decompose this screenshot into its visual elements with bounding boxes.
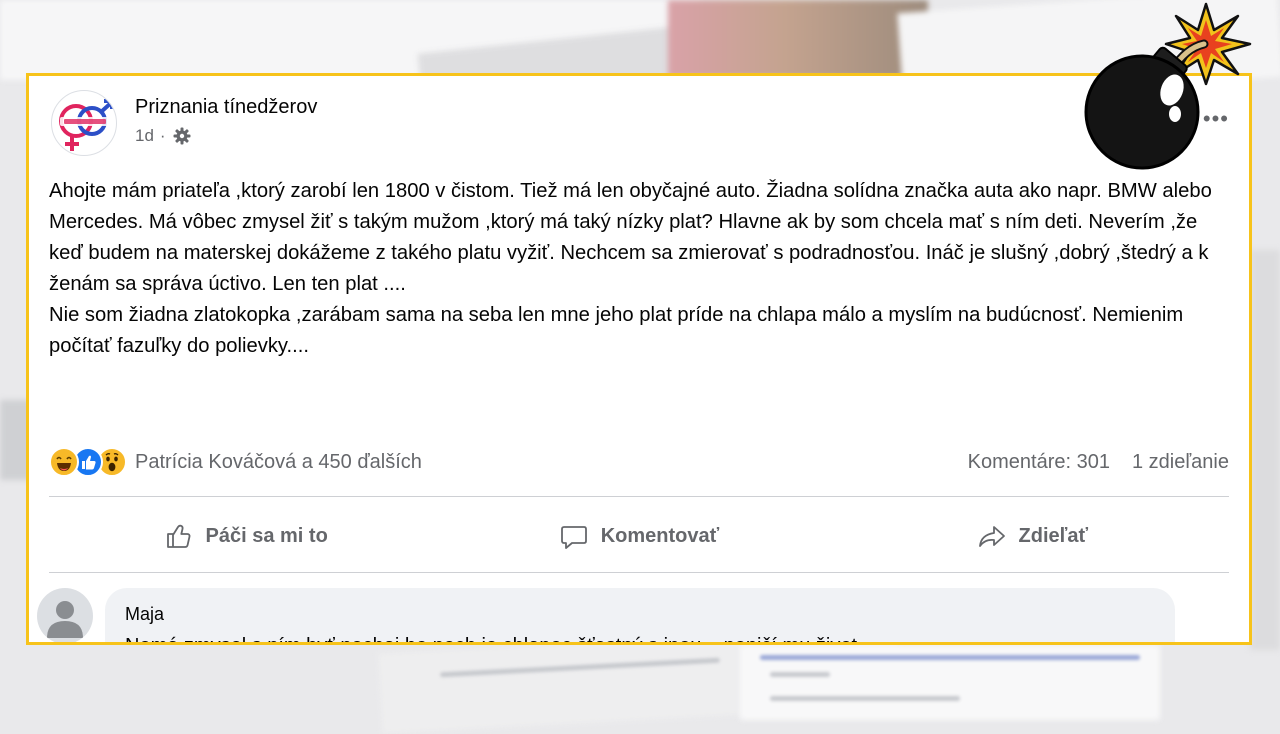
- gear-icon: [173, 127, 191, 145]
- post-card: Priznania tínedžerov 1d · ••• Ahojte mám…: [26, 73, 1252, 645]
- background-blur: [770, 672, 830, 677]
- reactions-summary[interactable]: Patrícia Kováčová a 450 ďalších: [49, 447, 422, 477]
- post-paragraph: Ahojte mám priateľa ,ktorý zarobí len 18…: [49, 180, 1212, 295]
- bomb-sticker: [1080, 2, 1258, 172]
- shares-count[interactable]: 1 zdieľanie: [1132, 451, 1229, 474]
- page-avatar[interactable]: [51, 90, 117, 156]
- background-photo: [668, 0, 928, 78]
- comment-button[interactable]: Komentovať: [442, 501, 835, 571]
- background-blur: [770, 696, 960, 701]
- share-icon: [978, 526, 1005, 547]
- comment-bubble: Maja Nemá zmysel s ním byť nechaj ho nec…: [105, 588, 1175, 642]
- post-header: Priznania tínedžerov 1d ·: [51, 90, 317, 156]
- post-time[interactable]: 1d: [135, 126, 154, 146]
- share-label: Zdieľať: [1018, 524, 1089, 547]
- post-actions: Páči sa mi to Komentovať Zdieľať: [49, 501, 1229, 571]
- like-label: Páči sa mi to: [205, 524, 328, 547]
- post-meta: 1d ·: [135, 126, 317, 146]
- thumbs-up-icon: [166, 524, 190, 548]
- reactions-text[interactable]: Patrícia Kováčová a 450 ďalších: [135, 451, 422, 474]
- default-user-icon: [47, 601, 83, 638]
- post-paragraph: Nie som žiadna zlatokopka ,zarábam sama …: [49, 304, 1184, 357]
- engagement-counts: Komentáre: 301 1 zdieľanie: [968, 451, 1229, 474]
- comments-count[interactable]: Komentáre: 301: [968, 451, 1110, 474]
- page-name[interactable]: Priznania tínedžerov: [135, 96, 317, 119]
- avatar[interactable]: [37, 588, 93, 642]
- comment-icon: [560, 526, 587, 549]
- comment-text: Nemá zmysel s ním byť nechaj ho nech je …: [125, 635, 1155, 642]
- meta-separator: ·: [159, 126, 166, 145]
- divider: [49, 496, 1229, 497]
- bomb-icon: [1084, 2, 1252, 170]
- divider: [49, 572, 1229, 573]
- page-logo-icon: [59, 99, 114, 151]
- comment-item: Maja Nemá zmysel s ním byť nechaj ho nec…: [37, 588, 1175, 642]
- share-button[interactable]: Zdieľať: [836, 501, 1229, 571]
- haha-icon: [49, 447, 79, 477]
- background-blur: [1250, 250, 1280, 650]
- post-stats: Patrícia Kováčová a 450 ďalších Komentár…: [49, 446, 1229, 478]
- like-button[interactable]: Páči sa mi to: [49, 501, 442, 571]
- background-blur: [760, 655, 1140, 660]
- post-text: Ahojte mám priateľa ,ktorý zarobí len 18…: [49, 176, 1229, 362]
- comment-label: Komentovať: [600, 524, 720, 547]
- comment-author[interactable]: Maja: [125, 604, 1155, 625]
